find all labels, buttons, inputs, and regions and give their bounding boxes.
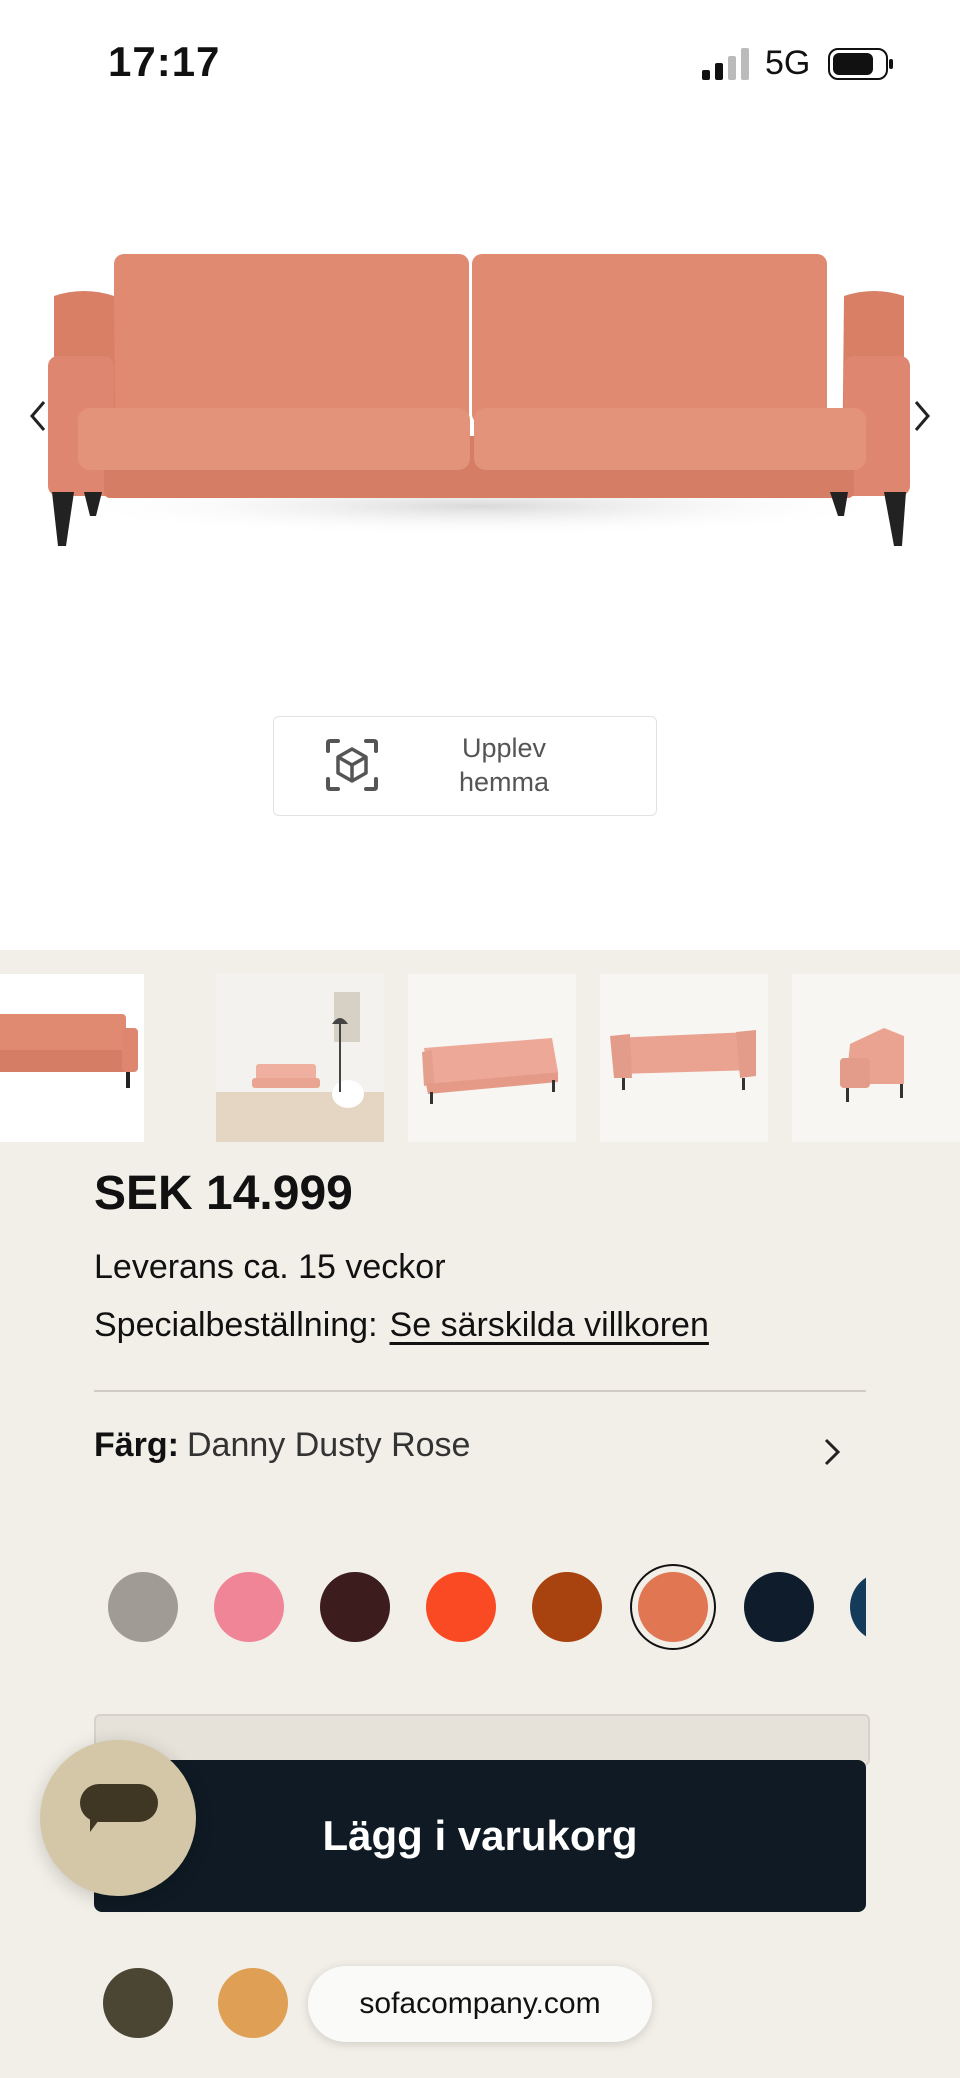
ar-view-label: Upplev hemma [458, 733, 550, 797]
product-details: SEK 14.999 Leverans ca. 15 veckor Specia… [0, 950, 960, 2078]
ar-view-button[interactable]: Upplev hemma [273, 716, 657, 816]
color-swatch[interactable] [426, 1572, 496, 1642]
thumbnail-back[interactable] [600, 974, 768, 1142]
thumbnail-side[interactable] [792, 974, 960, 1142]
sofa-back-thumbnail-icon [600, 974, 768, 1142]
chat-button[interactable] [40, 1740, 196, 1896]
thumbnail-strip[interactable] [0, 974, 960, 1142]
divider [94, 1390, 866, 1392]
thumbnail-room[interactable] [216, 974, 384, 1142]
signal-icon [702, 48, 749, 80]
special-terms-link[interactable]: Se särskilda villkoren [390, 1306, 709, 1344]
thumbnail-front[interactable] [0, 974, 144, 1142]
color-swatches [94, 1558, 866, 1658]
color-swatch[interactable] [850, 1572, 866, 1642]
color-swatch[interactable] [638, 1572, 708, 1642]
status-time: 17:17 [108, 38, 221, 85]
status-bar: 17:17 5G [0, 0, 960, 130]
special-order-label: Specialbeställning: [94, 1306, 378, 1344]
network-label: 5G [765, 44, 811, 82]
chat-bubble-icon [80, 1784, 158, 1832]
product-price: SEK 14.999 [94, 1167, 353, 1220]
browser-url[interactable]: sofacompany.com [308, 1966, 652, 2042]
special-order-info: Specialbeställning: Se särskilda villkore… [94, 1306, 709, 1345]
color-selector[interactable]: Färg: Danny Dusty Rose [94, 1426, 866, 1486]
thumbnail-angle[interactable] [408, 974, 576, 1142]
add-to-cart-button[interactable]: Lägg i varukorg [94, 1760, 866, 1912]
color-swatch[interactable] [320, 1572, 390, 1642]
delivery-info: Leverans ca. 15 veckor [94, 1248, 446, 1286]
color-swatch[interactable] [744, 1572, 814, 1642]
color-swatch[interactable] [214, 1572, 284, 1642]
color-label: Färg: [94, 1426, 179, 1464]
chevron-right-icon [824, 1438, 841, 1466]
color-swatch[interactable] [108, 1572, 178, 1642]
sofa-image [48, 254, 910, 546]
color-value: Danny Dusty Rose [187, 1426, 471, 1464]
product-gallery[interactable]: Upplev hemma [0, 130, 960, 950]
chevron-right-icon[interactable] [902, 388, 942, 444]
sofa-angle-thumbnail-icon [408, 974, 576, 1142]
sofa-side-thumbnail-icon [792, 974, 960, 1142]
room-thumbnail-icon [216, 974, 384, 1142]
ar-cube-icon [326, 739, 378, 791]
leg-swatch[interactable] [103, 1968, 173, 2038]
option-bar[interactable] [94, 1714, 870, 1766]
sofa-thumbnail-icon [0, 974, 144, 1142]
color-swatch[interactable] [532, 1572, 602, 1642]
chevron-left-icon[interactable] [18, 388, 58, 444]
battery-icon [828, 48, 893, 80]
leg-swatch[interactable] [218, 1968, 288, 2038]
